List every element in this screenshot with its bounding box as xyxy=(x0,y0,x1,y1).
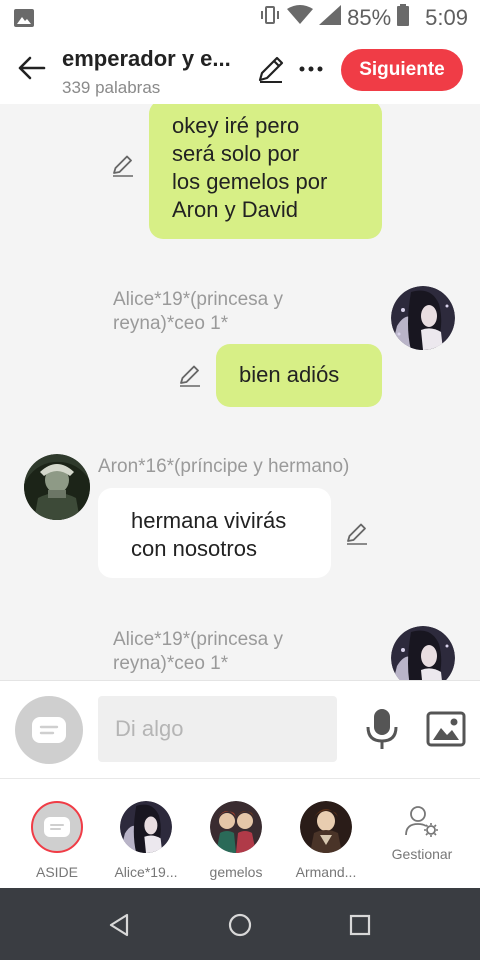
message-bubble[interactable]: bien adiós xyxy=(216,344,382,407)
edit-message-button[interactable] xyxy=(110,152,136,178)
avatar-aron[interactable] xyxy=(24,454,90,520)
edit-title-button[interactable] xyxy=(254,52,288,86)
battery-percent: 85% xyxy=(347,5,392,30)
tab-gemelos[interactable]: gemelos xyxy=(191,779,281,889)
tab-label: Armand... xyxy=(295,864,357,880)
tab-gestionar[interactable]: Gestionar xyxy=(377,779,467,889)
microphone-button[interactable] xyxy=(362,707,402,751)
triangle-back-icon xyxy=(109,913,129,937)
status-bar: 85% 5:09 xyxy=(0,0,480,36)
tab-label: ASIDE xyxy=(35,864,78,880)
sender-name-line: reyna)*ceo 1* xyxy=(113,653,229,674)
avatar-alice[interactable] xyxy=(391,286,455,350)
circle-home-icon xyxy=(228,913,252,937)
message-text-line: los gemelos por xyxy=(172,169,328,194)
avatar xyxy=(300,801,352,853)
message-bubble-icon xyxy=(32,717,66,743)
message-text-line: okey iré pero xyxy=(172,113,300,138)
sender-name: Alice*19*(princesa y reyna)*ceo 1* xyxy=(113,628,283,676)
edit-message-button[interactable] xyxy=(344,520,370,546)
page-title: emperador y e... xyxy=(62,46,231,71)
message-input[interactable] xyxy=(98,696,337,762)
sender-name-line: Alice*19*(princesa y xyxy=(113,629,284,650)
signal-icon xyxy=(319,5,342,31)
pencil-icon xyxy=(347,523,367,545)
tab-armando[interactable]: Armand... xyxy=(281,779,371,889)
battery-icon xyxy=(397,4,410,32)
system-navigation-bar xyxy=(0,888,480,960)
word-count: 339 palabras xyxy=(62,78,161,97)
image-attach-button[interactable] xyxy=(426,711,466,747)
clock: 5:09 xyxy=(425,5,468,30)
gallery-notification-icon xyxy=(14,9,34,32)
message-text-line: Aron y David xyxy=(172,197,298,222)
sender-name-line: reyna)*ceo 1* xyxy=(113,313,229,334)
tab-label: gemelos xyxy=(209,864,263,880)
nav-home-button[interactable] xyxy=(225,910,255,940)
tab-label: Alice*19... xyxy=(114,864,178,880)
sender-name: Alice*19*(princesa y reyna)*ceo 1* xyxy=(113,288,283,336)
more-dots-icon xyxy=(299,66,323,72)
chat-area[interactable]: okey iré pero será solo por los gemelos … xyxy=(0,104,480,680)
nav-recents-button[interactable] xyxy=(345,910,375,940)
pencil-icon xyxy=(113,155,133,177)
microphone-icon xyxy=(366,709,398,749)
composer-bar xyxy=(0,680,480,778)
arrow-left-icon xyxy=(18,56,46,80)
aside-toggle-button[interactable] xyxy=(15,696,83,764)
message-bubble-icon xyxy=(44,817,70,837)
manage-users-icon xyxy=(402,801,442,841)
wifi-icon xyxy=(287,5,314,31)
message-bubble[interactable]: okey iré pero será solo por los gemelos … xyxy=(149,104,382,239)
message-text-line: hermana vivirás xyxy=(131,508,287,533)
square-recents-icon xyxy=(349,914,371,936)
avatar-alice[interactable] xyxy=(391,626,455,680)
back-button[interactable] xyxy=(14,50,50,86)
sender-name-line: Alice*19*(princesa y xyxy=(113,289,284,310)
aside-avatar xyxy=(31,801,83,853)
participant-tabs: ASIDE Alice*19... gemelos Armand... Gest… xyxy=(0,778,480,888)
more-options-button[interactable] xyxy=(296,52,326,86)
message-text: bien adiós xyxy=(239,362,340,387)
avatar xyxy=(210,801,262,853)
tab-label: Gestionar xyxy=(391,846,453,862)
vibrate-icon xyxy=(259,4,281,32)
tab-aside[interactable]: ASIDE xyxy=(12,779,102,889)
next-button[interactable]: Siguiente xyxy=(341,49,463,91)
image-icon xyxy=(426,711,466,747)
chat-header: emperador y e... 339 palabras Siguiente xyxy=(0,36,480,104)
nav-back-button[interactable] xyxy=(105,910,135,940)
pencil-icon xyxy=(180,365,200,387)
pencil-icon xyxy=(258,56,284,83)
avatar xyxy=(120,801,172,853)
message-text-line: con nosotros xyxy=(131,536,257,561)
message-bubble[interactable]: hermana vivirás con nosotros xyxy=(98,488,331,578)
tab-alice[interactable]: Alice*19... xyxy=(101,779,191,889)
sender-name: Aron*16*(príncipe y hermano) xyxy=(98,456,350,477)
edit-message-button[interactable] xyxy=(177,362,203,388)
message-text-line: será solo por xyxy=(172,141,300,166)
